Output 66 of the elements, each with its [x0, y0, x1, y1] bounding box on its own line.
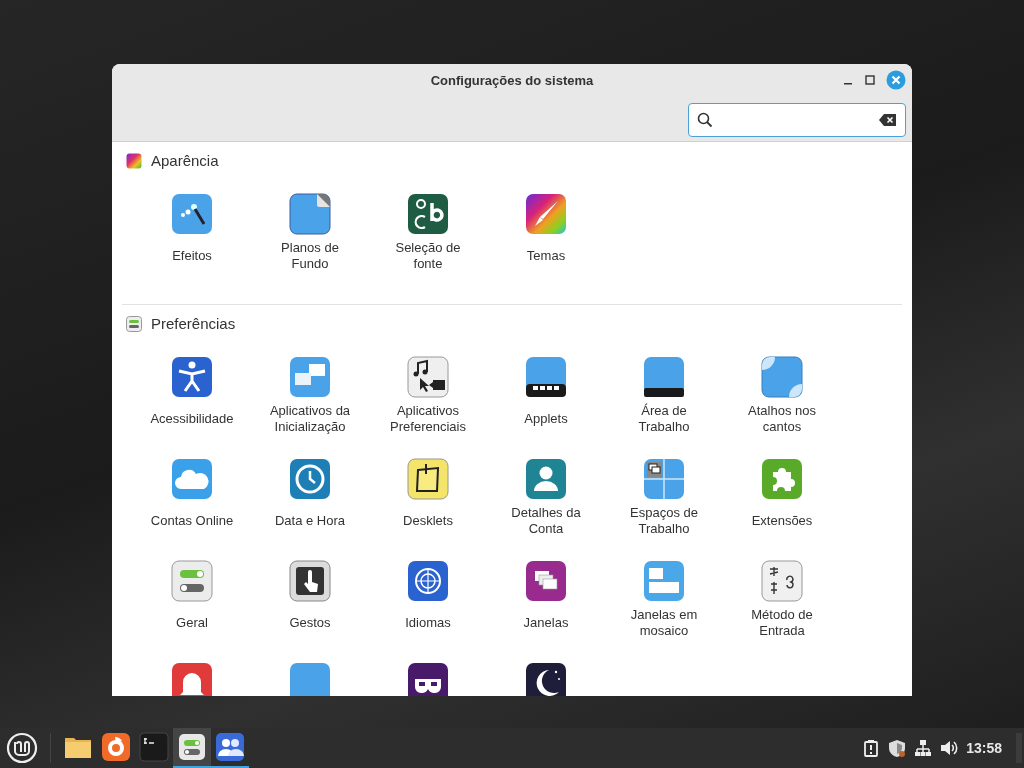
settings-item[interactable]: Data e Hora	[251, 458, 369, 537]
puzzle-icon	[761, 458, 803, 500]
hand-icon	[289, 560, 331, 602]
settings-item[interactable]: Planos de Fundo	[251, 193, 369, 272]
settings-item[interactable]: Detalhes da Conta	[487, 458, 605, 537]
settings-item[interactable]: Método de Entrada	[723, 560, 841, 639]
settings-item[interactable]: Desklets	[369, 458, 487, 537]
clock[interactable]: 13:58	[966, 737, 1002, 759]
settings-item[interactable]: Espaços de Trabalho	[605, 458, 723, 537]
clear-icon[interactable]	[879, 112, 897, 127]
shield-icon[interactable]	[888, 739, 907, 757]
close-icon[interactable]	[886, 70, 906, 90]
settings-item[interactable]: Seleção de fonte	[369, 193, 487, 272]
windows-icon	[525, 560, 567, 602]
settings-item[interactable]: Geral	[133, 560, 251, 639]
section-title: Preferências	[151, 313, 236, 334]
settings-item[interactable]: Temas	[487, 193, 605, 272]
users-icon	[215, 732, 245, 762]
settings-item[interactable]: Gestos	[251, 560, 369, 639]
search-field[interactable]	[688, 102, 906, 137]
settings-item[interactable]: Aplicativos da Inicialização	[251, 356, 369, 435]
terminal-icon	[139, 732, 169, 762]
search-icon	[697, 111, 713, 128]
font-icon	[407, 193, 449, 235]
section-title: Aparência	[151, 150, 219, 171]
wand-icon	[171, 193, 213, 235]
clock-icon	[289, 458, 331, 500]
settings-item[interactable]: Atalhos nos cantos	[723, 356, 841, 435]
settings-item[interactable]: Contas Online	[133, 458, 251, 537]
corners-icon	[761, 356, 803, 398]
network-icon[interactable]	[914, 739, 933, 757]
browser-icon	[101, 732, 131, 762]
panel-icon	[289, 662, 331, 696]
toggle-icon	[177, 732, 207, 762]
volume-icon[interactable]	[940, 739, 959, 757]
toggle-icon	[126, 316, 142, 332]
note-icon	[407, 458, 449, 500]
windows-icon	[289, 356, 331, 398]
palette-icon	[126, 153, 142, 169]
settings-item[interactable]: Janelas	[487, 560, 605, 639]
user-icon	[525, 458, 567, 500]
settings-item[interactable]: Área de Trabalho	[605, 356, 723, 435]
panel-icon	[525, 356, 567, 398]
settings-item[interactable]: Idiomas	[369, 560, 487, 639]
globe-icon	[407, 560, 449, 602]
settings-item[interactable]: Acessibilidade	[133, 356, 251, 435]
media-icon	[407, 356, 449, 398]
paintbrush-icon	[525, 193, 567, 235]
tiles-icon	[643, 560, 685, 602]
settings-item[interactable]: Applets	[487, 356, 605, 435]
desktop-icon	[643, 356, 685, 398]
maximize-icon[interactable]	[864, 74, 876, 86]
settings-item[interactable]: Efeitos	[133, 193, 251, 272]
person-icon	[171, 356, 213, 398]
window-title: Configurações do sistema	[430, 72, 594, 91]
taskbar-button[interactable]	[173, 728, 211, 768]
settings-item[interactable]: Janelas em mosaico	[605, 560, 723, 639]
toggle-icon	[171, 560, 213, 602]
input-method-icon	[761, 560, 803, 602]
clipboard-icon[interactable]	[862, 739, 881, 757]
cloud-icon	[171, 458, 213, 500]
page-icon	[289, 193, 331, 235]
menu-icon[interactable]	[6, 732, 38, 764]
settings-item[interactable]: Aplicativos Preferenciais	[369, 356, 487, 435]
workspaces-icon	[643, 458, 685, 500]
settings-item[interactable]: Extensões	[723, 458, 841, 537]
